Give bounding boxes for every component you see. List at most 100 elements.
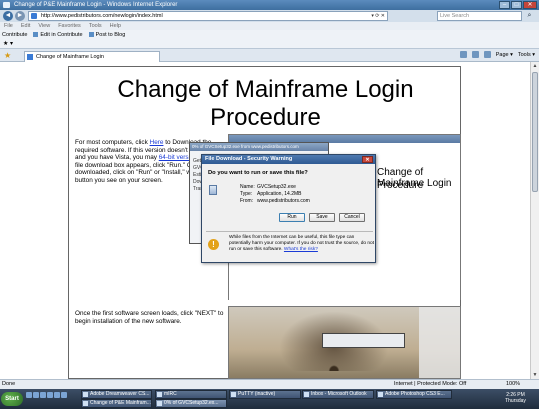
save-button[interactable]: Save [309, 213, 335, 222]
taskbar-item-label: Adobe Photoshop CS3 E... [385, 391, 445, 397]
favorites-bar: ★ ▾ [0, 39, 539, 49]
from-value: www.pedistributors.com [257, 198, 310, 204]
screenshot-image-installer [228, 306, 461, 379]
search-input[interactable]: Live Search [437, 11, 522, 21]
security-warning-dialog: File Download - Security Warning ✕ Do yo… [201, 154, 376, 263]
blog-icon [88, 32, 94, 37]
download-here-link[interactable]: Here [150, 139, 164, 146]
taskbar-item-outlook[interactable]: Inbox - Microsoft Outlook [302, 390, 374, 399]
edit-icon [33, 32, 39, 37]
file-type-row: Type: Application, 14.2MB [240, 191, 301, 197]
outlook-icon [304, 392, 309, 397]
menu-edit[interactable]: Edit [21, 22, 30, 30]
tab-row: ★ Change of Mainframe Login Page ▾ Tools… [0, 49, 539, 62]
quicklaunch-icon[interactable] [54, 392, 60, 398]
putty-icon [231, 392, 236, 397]
whats-the-risk-link[interactable]: What's the risk? [284, 247, 318, 252]
close-button[interactable]: ✕ [523, 1, 537, 9]
name-label: Name: [240, 184, 255, 190]
scroll-up-icon[interactable]: ▲ [531, 62, 539, 70]
vertical-scrollbar[interactable]: ▲ ▼ [530, 62, 539, 379]
contribute-button[interactable]: Contribute [2, 32, 27, 38]
taskbar-item-label: 0% of GVCSetup32.ex... [164, 400, 219, 406]
taskbar: Start Adobe Dreamweaver CS... mIRC PuTTY… [0, 389, 539, 409]
scroll-thumb[interactable] [532, 72, 538, 192]
quicklaunch-icon[interactable] [47, 392, 53, 398]
forward-button[interactable]: ► [15, 11, 25, 21]
screenshot-heading-line2: Procedure [377, 180, 424, 191]
back-button[interactable]: ◄ [3, 11, 13, 21]
quicklaunch-icon[interactable] [33, 392, 39, 398]
progress-line: Estimated time left [193, 172, 201, 178]
favorites-star-icon[interactable]: ★ ▾ [3, 41, 13, 47]
start-button[interactable]: Start [1, 392, 23, 406]
instructions-paragraph-2: Once the first software screen loads, cl… [75, 310, 224, 325]
photoshop-icon [378, 392, 383, 397]
name-value: GVCSetup32.exe [257, 184, 296, 190]
feeds-icon[interactable] [471, 51, 479, 58]
status-bar: Done Internet | Protected Mode: Off 100% [0, 379, 539, 389]
command-bar: Page ▾ Tools ▾ [459, 51, 535, 60]
page-title: Change of Mainframe Login Procedure [117, 76, 414, 131]
progress-line: Download to: [193, 179, 201, 185]
menu-file[interactable]: File [4, 22, 13, 30]
menu-view[interactable]: View [38, 22, 50, 30]
post-to-blog-button[interactable]: Post to Blog [88, 31, 126, 38]
download-icon [157, 401, 162, 406]
menu-tools[interactable]: Tools [89, 22, 102, 30]
address-input[interactable]: http://www.pedistributors.com/newlogin/i… [28, 11, 388, 21]
status-text: Done [2, 381, 16, 387]
dreamweaver-icon [83, 392, 88, 397]
tools-menu[interactable]: Tools ▾ [518, 51, 535, 60]
tab-change-of-mainframe-login[interactable]: Change of Mainframe Login [24, 51, 160, 62]
system-tray: 2:26 PM Thursday [492, 390, 539, 408]
ie-icon [83, 401, 88, 406]
taskbar-item-label: Inbox - Microsoft Outlook [311, 391, 367, 397]
security-zone: Internet | Protected Mode: Off [394, 381, 467, 387]
quicklaunch-icon[interactable] [61, 392, 67, 398]
contribute-label: Contribute [2, 31, 28, 38]
taskbar-item-ie-page[interactable]: Change of P&E Mainfram... [81, 399, 152, 408]
type-label: Type: [240, 191, 253, 197]
edit-in-contribute-label: Edit in Contribute [40, 31, 83, 38]
favorites-center-icon[interactable]: ★ [4, 51, 11, 60]
taskbar-item-mirc[interactable]: mIRC [155, 390, 227, 399]
mirc-icon [157, 392, 162, 397]
address-controls[interactable]: ▾ ⟳ ✕ [371, 12, 385, 20]
zoom-level[interactable]: 100% [506, 380, 520, 389]
window-title: Change of P&E Mainframe Login - Windows … [14, 2, 178, 8]
minimize-button[interactable]: – [499, 1, 510, 9]
print-icon[interactable] [483, 51, 491, 58]
scroll-down-icon[interactable]: ▼ [531, 371, 539, 379]
installer-dialog-thumbnail [322, 333, 405, 348]
taskbar-item-putty[interactable]: PuTTY (inactive) [229, 390, 301, 399]
ie-icon [3, 2, 10, 8]
menu-help[interactable]: Help [110, 22, 121, 30]
dialog-warning-text: While files from the Internet can be use… [229, 235, 375, 252]
search-icon[interactable]: ⌕ [524, 11, 535, 21]
shield-warning-icon: ! [208, 239, 219, 250]
home-icon[interactable] [459, 51, 467, 58]
taskbar-item-photoshop[interactable]: Adobe Photoshop CS3 E... [376, 390, 452, 399]
progress-dialog-titlebar: 0% of GVCSetup32.exe from www.pedistribu… [190, 143, 328, 151]
dialog-close-button[interactable]: ✕ [362, 156, 373, 163]
desktop-sidebar-thumbnail [419, 307, 460, 378]
window-titlebar: Change of P&E Mainframe Login - Windows … [0, 0, 539, 10]
post-to-blog-label: Post to Blog [95, 31, 126, 38]
type-value: Application, 14.2MB [257, 191, 302, 197]
cancel-button[interactable]: Cancel [339, 213, 365, 222]
dialog-titlebar: File Download - Security Warning ✕ [202, 155, 375, 164]
page-favicon-icon [31, 13, 37, 19]
page-menu[interactable]: Page ▾ [496, 51, 513, 60]
quicklaunch-icon[interactable] [26, 392, 32, 398]
contribute-toolbar: Contribute Edit in Contribute Post to Bl… [0, 30, 539, 39]
taskbar-item-download[interactable]: 0% of GVCSetup32.ex... [155, 399, 227, 408]
run-button[interactable]: Run [279, 213, 305, 222]
edit-in-contribute-button[interactable]: Edit in Contribute [33, 31, 83, 38]
taskbar-item-dreamweaver[interactable]: Adobe Dreamweaver CS... [81, 390, 152, 399]
maximize-button[interactable]: □ [511, 1, 522, 9]
quick-launch [26, 392, 78, 407]
menu-favorites[interactable]: Favorites [58, 22, 81, 30]
quicklaunch-icon[interactable] [40, 392, 46, 398]
dialog-question: Do you want to run or save this file? [208, 170, 308, 176]
